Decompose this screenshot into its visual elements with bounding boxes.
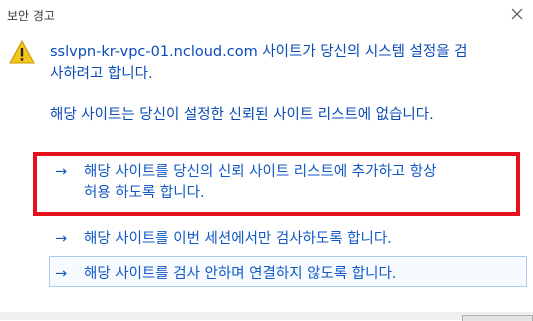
message-line-1: sslvpn-kr-vpc-01.ncloud.com 사이트가 당신의 시스템… (50, 44, 468, 60)
arrow-right-icon: → (55, 164, 68, 180)
arrow-right-icon: → (55, 231, 68, 247)
footer-button[interactable] (462, 315, 533, 321)
option-this-session-only-label: 해당 사이트를 이번 세션에서만 검사하도록 합니다. (84, 231, 392, 247)
option-this-session-only[interactable]: → 해당 사이트를 이번 세션에서만 검사하도록 합니다. (55, 229, 525, 253)
message-line-2: 사하려고 합니다. (50, 66, 153, 82)
warning-message: sslvpn-kr-vpc-01.ncloud.com 사이트가 당신의 시스템… (50, 41, 520, 85)
option-do-not-connect-label: 해당 사이트를 검사 안하며 연결하지 않도록 합니다. (84, 266, 397, 282)
title-bar: 보안 경고 (0, 0, 533, 30)
window-title: 보안 경고 (7, 9, 55, 23)
close-button[interactable] (508, 5, 526, 23)
arrow-right-icon: → (55, 266, 68, 282)
warning-icon (9, 40, 35, 64)
option-trust-always[interactable]: → 해당 사이트를 당신의 신뢰 사이트 리스트에 추가하고 항상 허용 하도록… (55, 162, 525, 208)
dialog-footer (0, 312, 533, 320)
close-icon (511, 8, 523, 20)
warning-subtext: 해당 사이트는 당신이 설정한 신뢰된 사이트 리스트에 없습니다. (50, 107, 434, 123)
option-trust-always-line-1: 해당 사이트를 당신의 신뢰 사이트 리스트에 추가하고 항상 (84, 164, 437, 180)
option-do-not-connect[interactable]: → 해당 사이트를 검사 안하며 연결하지 않도록 합니다. (55, 264, 525, 288)
option-trust-always-line-2: 허용 하도록 합니다. (84, 185, 205, 201)
